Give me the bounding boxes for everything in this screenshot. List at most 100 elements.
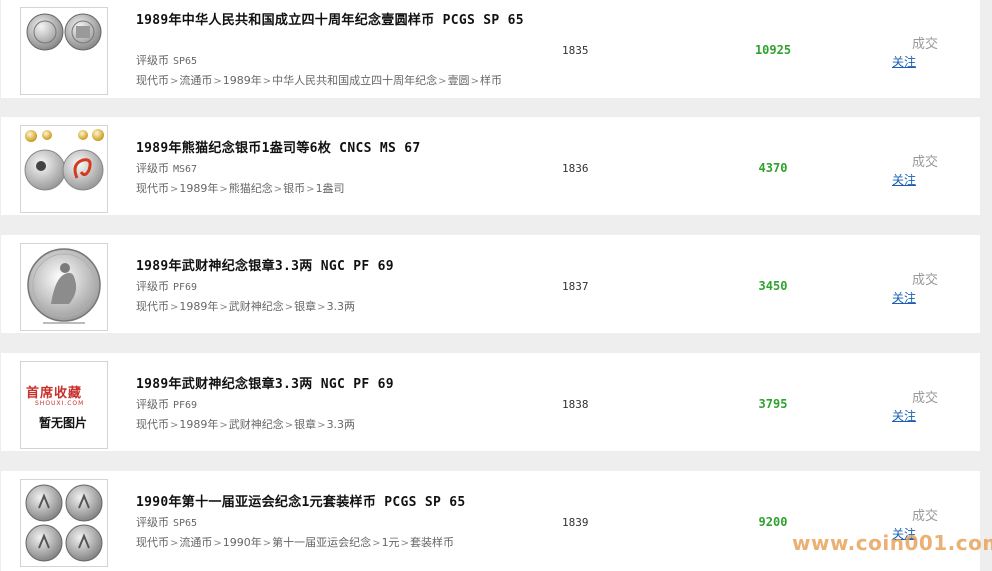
category-link[interactable]: 1元 [382, 536, 400, 549]
category-path: 现代币>1989年>武财神纪念>银章>3.3两 [136, 300, 355, 315]
category-link[interactable]: 流通币 [179, 536, 212, 549]
coin-set-icon[interactable] [20, 125, 108, 213]
grade-value: SP65 [173, 56, 198, 67]
four-coin-icon[interactable] [20, 479, 108, 567]
category-link[interactable]: 1989年 [179, 300, 218, 313]
category-path: 现代币>流通币>1990年>第十一届亚运会纪念>1元>套装样币 [136, 536, 454, 551]
lot-number: 1839 [562, 516, 589, 529]
category-link[interactable]: 流通币 [179, 74, 212, 87]
category-link[interactable]: 现代币 [136, 300, 169, 313]
category-link[interactable]: 银章 [294, 418, 316, 431]
chevron-right-icon: > [306, 184, 315, 195]
grade-label: 评级币 [136, 54, 169, 67]
chevron-right-icon: > [317, 302, 326, 313]
deal-status: 成交 [912, 509, 939, 524]
chevron-right-icon: > [284, 420, 294, 431]
category-link[interactable]: 银币 [283, 182, 305, 195]
follow-link[interactable]: 关注 [892, 53, 916, 70]
chevron-right-icon: > [273, 184, 283, 195]
no-image-text: 暂无图片 [39, 416, 88, 430]
final-price: 4370 [758, 161, 788, 175]
grade-info: 评级币 SP65 [136, 54, 197, 69]
category-link[interactable]: 现代币 [136, 182, 169, 195]
lot-number: 1838 [562, 398, 589, 411]
lot-row: 首席收藏 SHOUXI.COM 暂无图片 1989年武财神纪念银章3.3两 NG… [1, 353, 980, 451]
lot-row: 1989年中华人民共和国成立四十周年纪念壹圆样币 PCGS SP 65 评级币 S… [1, 0, 980, 98]
category-link[interactable]: 武财神纪念 [229, 418, 284, 431]
category-link[interactable]: 现代币 [136, 418, 169, 431]
chevron-right-icon: > [262, 76, 272, 87]
no-image-placeholder[interactable]: 首席收藏 SHOUXI.COM 暂无图片 [20, 361, 108, 449]
deal-status: 成交 [912, 155, 939, 170]
category-link[interactable]: 现代币 [136, 74, 169, 87]
chevron-right-icon: > [170, 420, 179, 431]
lot-title[interactable]: 1989年武财神纪念银章3.3两 NGC PF 69 [136, 257, 546, 277]
category-link[interactable]: 熊猫纪念 [229, 182, 273, 195]
chevron-right-icon: > [438, 76, 447, 87]
category-link[interactable]: 1989年 [223, 74, 262, 87]
deal-status: 成交 [912, 273, 939, 288]
grade-value: PF69 [173, 400, 198, 411]
grade-value: MS67 [173, 164, 198, 175]
grade-value: PF69 [173, 282, 198, 293]
lot-title[interactable]: 1989年中华人民共和国成立四十周年纪念壹圆样币 PCGS SP 65 [136, 11, 546, 31]
chevron-right-icon: > [213, 76, 222, 87]
grade-label: 评级币 [136, 516, 169, 529]
lot-number: 1835 [562, 44, 589, 57]
category-link[interactable]: 中华人民共和国成立四十周年纪念 [272, 74, 437, 87]
category-link[interactable]: 1989年 [179, 182, 218, 195]
chevron-right-icon: > [284, 302, 294, 313]
lot-title[interactable]: 1989年熊猫纪念银币1盎司等6枚 CNCS MS 67 [136, 139, 546, 159]
chevron-right-icon: > [470, 76, 479, 87]
chevron-right-icon: > [170, 538, 179, 549]
lot-title[interactable]: 1989年武财神纪念银章3.3两 NGC PF 69 [136, 375, 546, 395]
follow-link[interactable]: 关注 [892, 407, 916, 424]
chevron-right-icon: > [219, 420, 228, 431]
chevron-right-icon: > [317, 420, 326, 431]
grade-label: 评级币 [136, 280, 169, 293]
lot-row: 1989年武财神纪念银章3.3两 NGC PF 69 评级币 PF69 现代币>1… [1, 235, 980, 333]
category-path: 现代币>1989年>武财神纪念>银章>3.3两 [136, 418, 355, 433]
chevron-right-icon: > [213, 538, 222, 549]
category-link[interactable]: 3.3两 [327, 300, 356, 313]
chevron-right-icon: > [372, 538, 381, 549]
final-price: 3795 [758, 397, 788, 411]
chevron-right-icon: > [262, 538, 272, 549]
category-link[interactable]: 现代币 [136, 536, 169, 549]
lot-row: 1990年第十一届亚运会纪念1元套装样币 PCGS SP 65 评级币 SP65 … [1, 471, 980, 571]
category-link[interactable]: 3.3两 [327, 418, 356, 431]
category-path: 现代币>流通币>1989年>中华人民共和国成立四十周年纪念>壹圆>样币 [136, 74, 502, 89]
two-coin-icon[interactable] [20, 7, 108, 95]
follow-link[interactable]: 关注 [892, 289, 916, 306]
category-link[interactable]: 壹圆 [448, 74, 470, 87]
category-link[interactable]: 1990年 [223, 536, 262, 549]
grade-info: 评级币 PF69 [136, 280, 197, 295]
final-price: 10925 [754, 43, 792, 57]
grade-info: 评级币 PF69 [136, 398, 197, 413]
lot-title[interactable]: 1990年第十一届亚运会纪念1元套装样币 PCGS SP 65 [136, 493, 546, 513]
category-link[interactable]: 1盎司 [316, 182, 345, 195]
brand-logo: 首席收藏 [26, 386, 83, 401]
lot-number: 1836 [562, 162, 589, 175]
category-link[interactable]: 套装样币 [410, 536, 454, 549]
final-price: 9200 [758, 515, 788, 529]
grade-label: 评级币 [136, 162, 169, 175]
site-watermark: www.coin001.com [792, 531, 992, 555]
grade-label: 评级币 [136, 398, 169, 411]
deal-status: 成交 [912, 37, 939, 52]
category-link[interactable]: 样币 [480, 74, 502, 87]
category-link[interactable]: 1989年 [179, 418, 218, 431]
grade-info: 评级币 SP65 [136, 516, 197, 531]
category-link[interactable]: 第十一届亚运会纪念 [272, 536, 371, 549]
grade-info: 评级币 MS67 [136, 162, 197, 177]
chevron-right-icon: > [219, 184, 228, 195]
final-price: 3450 [758, 279, 788, 293]
chevron-right-icon: > [400, 538, 409, 549]
category-link[interactable]: 银章 [294, 300, 316, 313]
category-link[interactable]: 武财神纪念 [229, 300, 284, 313]
silver-medal-icon[interactable] [20, 243, 108, 331]
brand-logo-domain: SHOUXI.COM [35, 400, 85, 407]
grade-value: SP65 [173, 518, 198, 529]
chevron-right-icon: > [170, 302, 179, 313]
follow-link[interactable]: 关注 [892, 171, 916, 188]
